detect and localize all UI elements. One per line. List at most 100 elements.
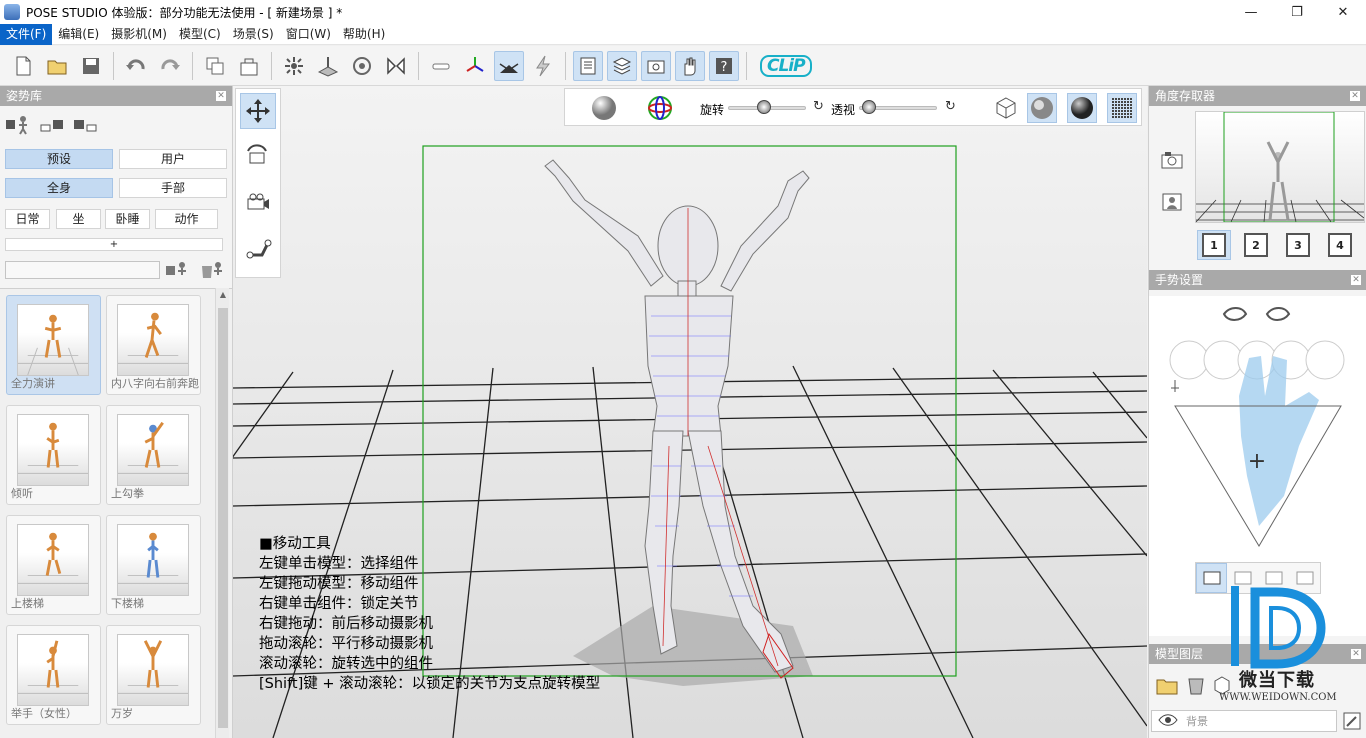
svg-text:?: ?	[721, 60, 728, 75]
pose-list-scrollbar[interactable]: ▲	[215, 288, 229, 738]
angle-slot-2[interactable]: 2	[1239, 230, 1273, 260]
clip-logo[interactable]: CLiP	[760, 54, 812, 77]
delete-layer-icon[interactable]	[1187, 674, 1205, 699]
layer-background-row[interactable]: 背景	[1151, 710, 1337, 732]
toon-shade-icon[interactable]	[1027, 93, 1057, 123]
add-category-button[interactable]: +	[5, 238, 223, 251]
pose-card[interactable]: 倾听	[6, 405, 101, 505]
perspective-slider-knob[interactable]	[862, 100, 877, 114]
save-icon[interactable]	[76, 51, 106, 81]
help-icon[interactable]: ?	[709, 50, 739, 81]
pose-card[interactable]: 下楼梯	[106, 515, 201, 615]
rotate-slider-knob[interactable]	[756, 100, 771, 114]
angle-slot-4[interactable]: 4	[1323, 230, 1357, 260]
maximize-button[interactable]: ❐	[1274, 0, 1320, 24]
angle-preview[interactable]	[1195, 111, 1365, 223]
minimize-button[interactable]: —	[1228, 0, 1274, 24]
smooth-shade-icon[interactable]	[1067, 93, 1097, 123]
scroll-thumb[interactable]	[218, 308, 228, 728]
3d-viewport[interactable]: 旋转 ↻ 透视 ↻ ■移动工具 左键单击模型：选择组件 左键拖动模型：移动组件 右键单…	[233, 86, 1147, 738]
pose-card[interactable]: 全力演讲	[6, 295, 101, 395]
tab-user[interactable]: 用户	[119, 149, 227, 169]
scroll-up-icon[interactable]: ▲	[216, 290, 230, 299]
menu-file[interactable]: 文件(F)	[0, 23, 53, 45]
pose-label: 倾听	[11, 487, 33, 500]
new-file-icon[interactable]	[8, 51, 38, 81]
ground-icon[interactable]	[313, 51, 343, 81]
menu-edit[interactable]: 编辑(E)	[52, 24, 105, 45]
move-tool-icon[interactable]	[240, 93, 276, 129]
gimbal-icon[interactable]	[645, 93, 675, 123]
watermark-brand: 微当下载	[1239, 670, 1315, 691]
tab-full-body[interactable]: 全身	[5, 178, 113, 198]
category-daily[interactable]: 日常	[5, 209, 50, 229]
category-lie[interactable]: 卧睡	[105, 209, 150, 229]
pose-label: 内八字向右前奔跑	[111, 377, 199, 390]
pose-card[interactable]: 内八字向右前奔跑	[106, 295, 201, 395]
portrait-icon[interactable]	[1159, 190, 1185, 214]
cube-view-icon[interactable]	[991, 93, 1021, 123]
layer-settings-icon[interactable]	[1343, 712, 1361, 733]
panel-hand-icon[interactable]	[675, 50, 705, 81]
pose-thumbnail	[17, 634, 89, 706]
lightning-icon[interactable]	[528, 51, 558, 81]
category-action[interactable]: 动作	[155, 209, 218, 229]
shading-sphere-icon[interactable]	[589, 93, 619, 123]
ik-tool-icon[interactable]	[240, 231, 276, 267]
category-sit[interactable]: 坐	[56, 209, 101, 229]
axis-icon[interactable]	[460, 51, 490, 81]
floor-grid-icon[interactable]	[494, 50, 524, 81]
menu-camera[interactable]: 摄影机(M)	[105, 24, 173, 45]
apply-pose-icon[interactable]	[4, 114, 32, 136]
redo-icon[interactable]	[155, 51, 185, 81]
bone-icon[interactable]	[426, 51, 456, 81]
close-icon[interactable]: ✕	[1350, 91, 1360, 101]
rotate-reset-icon[interactable]: ↻	[813, 99, 824, 114]
tab-preset[interactable]: 预设	[5, 149, 113, 169]
close-icon[interactable]: ✕	[1351, 275, 1361, 285]
pose-card[interactable]: 举手（女性）	[6, 625, 101, 725]
pose-card[interactable]: 上勾拳	[106, 405, 201, 505]
help-text: ■移动工具 左键单击模型：选择组件 左键拖动模型：移动组件 右键单击组件：锁定关节 右键…	[259, 534, 600, 694]
visibility-eye-icon[interactable]	[1158, 713, 1178, 729]
pose-search-input[interactable]	[5, 261, 160, 279]
apply-hand-right-icon[interactable]	[72, 114, 100, 136]
rotate-tool-icon[interactable]	[240, 139, 276, 175]
watermark-url: WWW.WEIDOWN.COM	[1219, 692, 1337, 703]
angle-slot-3[interactable]: 3	[1281, 230, 1315, 260]
close-button[interactable]: ✕	[1320, 0, 1366, 24]
close-icon[interactable]: ✕	[216, 91, 226, 101]
open-layer-icon[interactable]	[1155, 674, 1179, 699]
tab-hand[interactable]: 手部	[119, 178, 227, 198]
perspective-reset-icon[interactable]: ↻	[945, 99, 956, 114]
pose-card[interactable]: 上楼梯	[6, 515, 101, 615]
menu-model[interactable]: 模型(C)	[173, 24, 227, 45]
open-folder-icon[interactable]	[42, 51, 72, 81]
save-angle-camera-icon[interactable]	[1159, 148, 1185, 172]
save-pose-icon[interactable]	[165, 260, 191, 283]
pose-card[interactable]: 万岁	[106, 625, 201, 725]
panel-pose-icon[interactable]	[573, 50, 603, 81]
layer-background-label: 背景	[1186, 715, 1208, 728]
stage-icon[interactable]	[234, 51, 264, 81]
panel-camera-icon[interactable]	[641, 50, 671, 81]
duplicate-icon[interactable]	[200, 51, 230, 81]
camera-tool-icon[interactable]	[240, 185, 276, 221]
help-line: 左键拖动模型：移动组件	[259, 576, 419, 592]
help-line: 右键单击组件：锁定关节	[259, 596, 419, 612]
menu-window[interactable]: 窗口(W)	[280, 24, 337, 45]
undo-icon[interactable]	[121, 51, 151, 81]
delete-pose-icon[interactable]	[200, 260, 226, 283]
right-panel: 角度存取器 ✕ 1 2 3 4 手势设置 ✕ + 模型图层 ✕ 背景 微当下载 …	[1148, 86, 1366, 738]
angle-slot-1[interactable]: 1	[1197, 230, 1231, 260]
title-bar: POSE STUDIO 体验版：部分功能无法使用 - [ 新建场景 ] * — …	[0, 0, 1366, 24]
target-icon[interactable]	[347, 51, 377, 81]
apply-hand-icon[interactable]	[38, 114, 66, 136]
explode-icon[interactable]	[279, 51, 309, 81]
menu-scene[interactable]: 场景(S)	[227, 24, 280, 45]
help-line: 拖动滚轮：平行移动摄影机	[259, 636, 433, 652]
texture-shade-icon[interactable]	[1107, 93, 1137, 123]
mirror-icon[interactable]	[381, 51, 411, 81]
panel-layers-icon[interactable]	[607, 50, 637, 81]
menu-help[interactable]: 帮助(H)	[337, 24, 391, 45]
